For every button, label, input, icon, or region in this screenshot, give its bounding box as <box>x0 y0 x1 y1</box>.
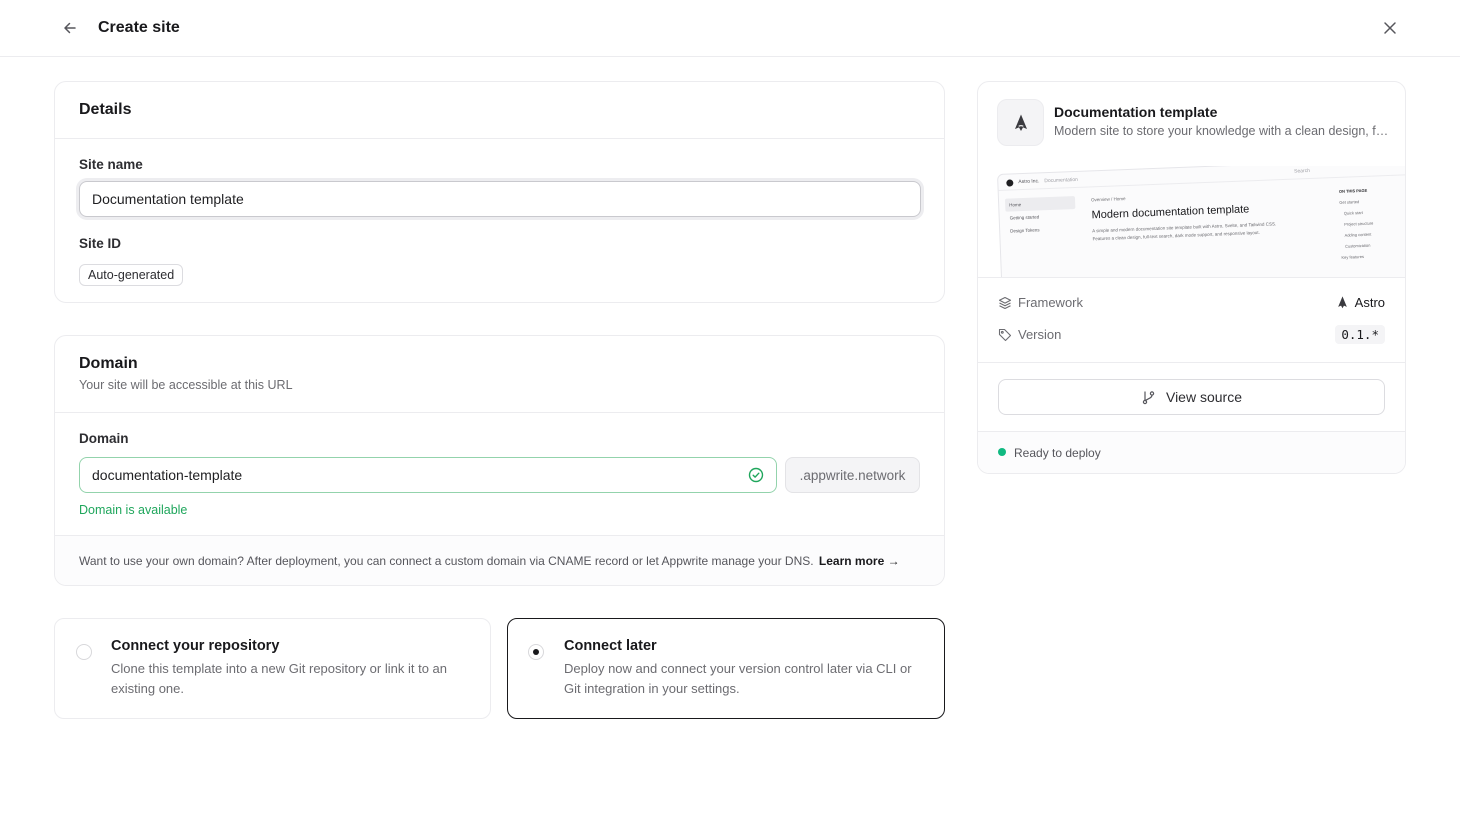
astro-icon <box>1337 296 1347 309</box>
site-id-badge[interactable]: Auto-generated <box>79 264 184 286</box>
domain-note-section: Want to use your own domain? After deplo… <box>55 535 944 585</box>
page-title: Create site <box>98 19 180 36</box>
site-name-input[interactable]: Documentation template <box>79 181 921 217</box>
preview-main: Overview / Home Modern documentation tem… <box>1090 189 1323 241</box>
details-title: Details <box>79 101 132 118</box>
status-section: Ready to deploy <box>978 431 1405 473</box>
close-icon <box>1384 22 1396 34</box>
domain-card: Domain Your site will be accessible at t… <box>54 335 945 586</box>
template-desc: Modern site to store your knowledge with… <box>1054 124 1389 138</box>
arrow-left-icon <box>64 22 76 34</box>
connect-later-desc: Deploy now and connect your version cont… <box>564 661 912 696</box>
domain-note: Want to use your own domain? After deplo… <box>79 554 814 568</box>
template-preview[interactable]: Astro Inc. Documentation Search Home Get… <box>997 166 1405 277</box>
version-label-text: Version <box>1018 327 1062 342</box>
deploy-status: Ready to deploy <box>1014 446 1101 460</box>
version-value-text: 0.1.* <box>1335 325 1385 344</box>
connect-later-radio[interactable] <box>528 644 544 660</box>
framework-label-text: Framework <box>1018 295 1084 310</box>
check-circle-icon <box>748 467 764 483</box>
site-id-label: Site ID <box>79 236 122 251</box>
site-name-label: Site name <box>79 157 143 172</box>
framework-value-text: Astro <box>1354 295 1385 310</box>
domain-title: Domain <box>79 355 138 372</box>
connect-later-option[interactable]: Connect later Deploy now and connect you… <box>507 618 945 719</box>
astro-icon <box>1014 114 1027 131</box>
framework-label: Framework <box>998 295 1083 310</box>
details-card-header: Details <box>55 82 944 139</box>
preview-screenshot: Astro Inc. Documentation Search Home Get… <box>997 166 1405 277</box>
preview-sidebar: Home Getting started Design Tokens <box>1004 196 1076 238</box>
preview-logo-dot <box>1006 179 1014 187</box>
actions-divider <box>978 362 1405 363</box>
preview-nav-2: Design Tokens <box>1010 227 1040 234</box>
preview-divider <box>978 277 1405 278</box>
domain-card-header: Domain Your site will be accessible at t… <box>55 336 944 413</box>
domain-field-label: Domain <box>79 431 129 446</box>
back-button[interactable] <box>58 16 82 40</box>
close-button[interactable] <box>1378 16 1402 40</box>
version-value: 0.1.* <box>1335 325 1385 344</box>
preview-toc-5: Key features <box>1341 253 1365 260</box>
view-source-button[interactable]: View source <box>998 379 1385 415</box>
connect-repository-radio[interactable] <box>76 644 92 660</box>
connect-repository-title: Connect your repository <box>111 638 280 654</box>
view-source-label: View source <box>1165 389 1242 405</box>
preview-heading: Modern documentation template <box>1091 203 1250 222</box>
site-name-value: Documentation template <box>92 191 244 207</box>
template-card: Documentation template Modern site to st… <box>977 81 1406 474</box>
preview-brand: Astro Inc. <box>1018 178 1040 186</box>
version-label: Version <box>998 327 1061 342</box>
template-logo <box>997 99 1044 146</box>
layers-icon <box>998 296 1012 309</box>
preview-crumb-tag: Documentation <box>1044 176 1079 185</box>
template-name: Documentation template <box>1054 104 1218 120</box>
domain-suffix: .appwrite.network <box>785 457 920 493</box>
domain-subtitle: Your site will be accessible at this URL <box>79 378 293 392</box>
preview-breadcrumb: Overview / Home <box>1090 196 1126 203</box>
domain-status: Domain is available <box>79 503 188 517</box>
status-dot <box>998 448 1006 456</box>
page-header: Create site <box>0 0 1460 57</box>
domain-value: documentation-template <box>92 467 243 483</box>
details-card: Details Site name Documentation template… <box>54 81 945 303</box>
connect-repository-desc: Clone this template into a new Git repos… <box>111 661 447 696</box>
tag-icon <box>998 328 1012 341</box>
learn-more-link[interactable]: Learn more → <box>819 554 900 568</box>
connect-later-title: Connect later <box>564 638 657 654</box>
git-branch-icon <box>1142 390 1155 404</box>
preview-search: Search <box>1294 167 1311 175</box>
preview-toc: ON THIS PAGE Get started Quick start Pro… <box>1339 183 1405 263</box>
domain-input[interactable]: documentation-template <box>79 457 777 493</box>
connect-repository-option[interactable]: Connect your repository Clone this templ… <box>54 618 491 719</box>
framework-value: Astro <box>1336 295 1385 310</box>
